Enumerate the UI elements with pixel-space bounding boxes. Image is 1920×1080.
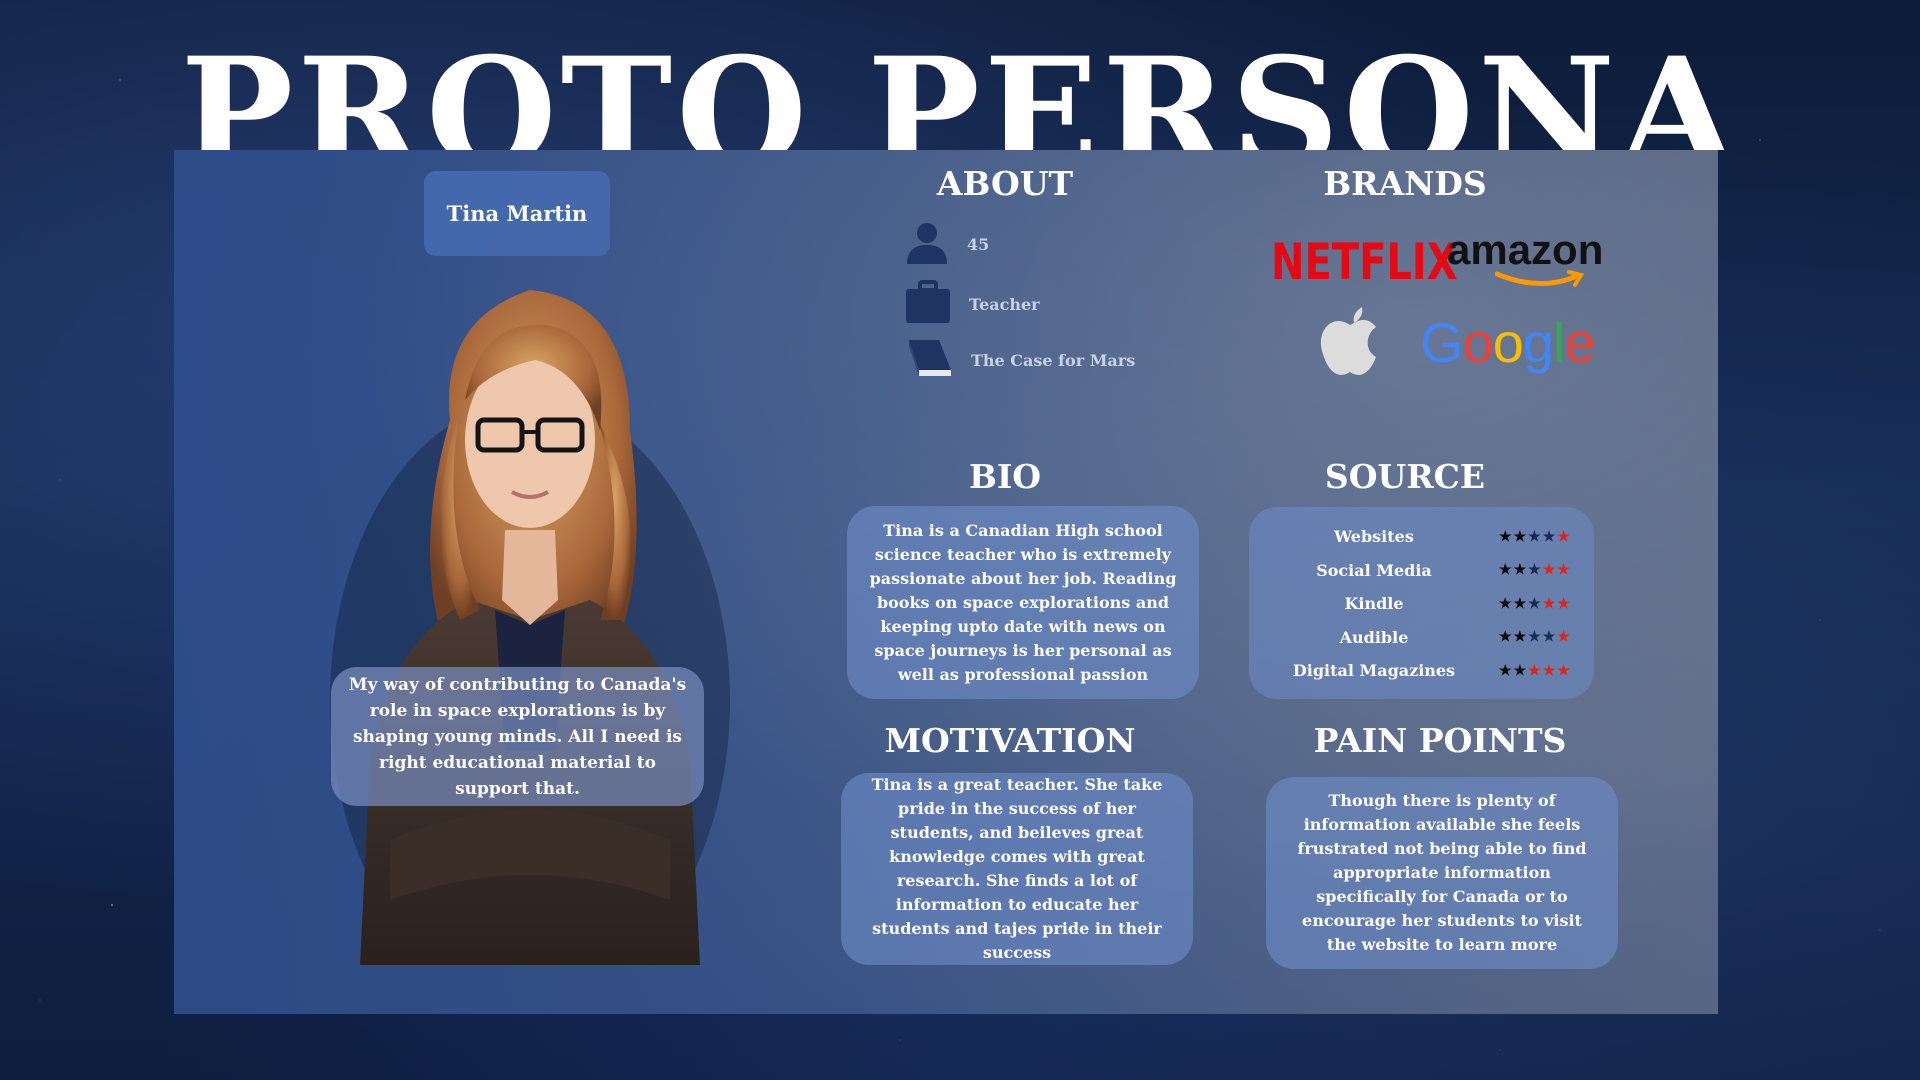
amazon-logo: amazon — [1447, 226, 1603, 290]
source-heading: SOURCE — [1324, 457, 1486, 496]
source-label: Audible — [1339, 627, 1409, 647]
star-icon: ★ — [1542, 595, 1558, 612]
about-occupation-text: Teacher — [969, 294, 1040, 314]
about-heading: ABOUT — [936, 164, 1074, 203]
star-icon: ★ — [1513, 629, 1529, 646]
person-icon — [905, 220, 949, 268]
star-icon: ★ — [1499, 595, 1514, 612]
star-icon: ★ — [1557, 662, 1572, 679]
amazon-smile-icon — [1495, 270, 1585, 287]
book-icon — [905, 338, 953, 382]
source-label: Kindle — [1344, 594, 1404, 614]
persona-photo — [330, 280, 730, 965]
star-icon: ★ — [1557, 562, 1572, 579]
rating-stars: ★★★★★ — [1499, 663, 1572, 679]
star-icon: ★ — [1513, 662, 1529, 679]
rating-stars: ★★★★★ — [1499, 562, 1572, 578]
pain-points-heading: PAIN POINTS — [1313, 721, 1567, 760]
star-icon: ★ — [1499, 662, 1514, 679]
source-label: Digital Magazines — [1292, 661, 1456, 681]
star-icon: ★ — [1528, 562, 1543, 579]
star-icon: ★ — [1542, 562, 1558, 579]
rating-stars: ★★★★★ — [1499, 529, 1572, 545]
pain-points-card: Though there is plenty of information av… — [1266, 777, 1618, 969]
bio-heading: BIO — [968, 457, 1042, 496]
apple-logo — [1318, 303, 1382, 381]
star-icon: ★ — [1557, 528, 1572, 545]
source-row: Social Media ★★★★★ — [1249, 554, 1594, 588]
source-row: Websites ★★★★★ — [1249, 520, 1594, 554]
source-card: Websites ★★★★★ Social Media ★★★★★ Kindle… — [1249, 507, 1594, 699]
rating-stars: ★★★★★ — [1499, 596, 1572, 612]
star-icon: ★ — [1499, 528, 1514, 545]
about-book-text: The Case for Mars — [971, 350, 1136, 370]
source-label: Websites — [1334, 527, 1414, 547]
star-icon: ★ — [1542, 662, 1558, 679]
netflix-logo: NETFLIX — [1271, 233, 1458, 291]
star-icon: ★ — [1499, 562, 1514, 579]
star-icon: ★ — [1513, 562, 1529, 579]
star-icon: ★ — [1528, 595, 1543, 612]
rating-stars: ★★★★★ — [1499, 629, 1572, 645]
about-item-occupation: Teacher — [905, 280, 1040, 328]
star-icon: ★ — [1528, 629, 1543, 646]
source-row: Digital Magazines ★★★★★ — [1249, 654, 1594, 688]
persona-quote: My way of contributing to Canada's role … — [331, 667, 704, 806]
persona-name: Tina Martin — [424, 171, 610, 256]
star-icon: ★ — [1557, 629, 1572, 646]
star-icon: ★ — [1542, 528, 1558, 545]
bio-card: Tina is a Canadian High school science t… — [847, 506, 1199, 699]
motivation-heading: MOTIVATION — [884, 721, 1136, 760]
source-row: Kindle ★★★★★ — [1249, 587, 1594, 621]
briefcase-icon — [905, 280, 951, 328]
star-icon: ★ — [1528, 662, 1543, 679]
star-icon: ★ — [1499, 629, 1514, 646]
brands-heading: BRANDS — [1323, 164, 1487, 203]
star-icon: ★ — [1557, 595, 1572, 612]
about-age-text: 45 — [967, 234, 990, 254]
about-item-age: 45 — [905, 220, 989, 268]
source-row: Audible ★★★★★ — [1249, 621, 1594, 655]
star-icon: ★ — [1528, 528, 1543, 545]
about-item-book: The Case for Mars — [905, 338, 1135, 382]
google-logo: Google — [1420, 311, 1596, 374]
page-title: PROTO PERSONA — [180, 25, 1740, 150]
motivation-card: Tina is a great teacher. She take pride … — [841, 773, 1193, 965]
source-label: Social Media — [1316, 560, 1432, 580]
star-icon: ★ — [1513, 595, 1529, 612]
star-icon: ★ — [1542, 629, 1558, 646]
amazon-logo-text: amazon — [1447, 226, 1604, 273]
star-icon: ★ — [1513, 528, 1529, 545]
